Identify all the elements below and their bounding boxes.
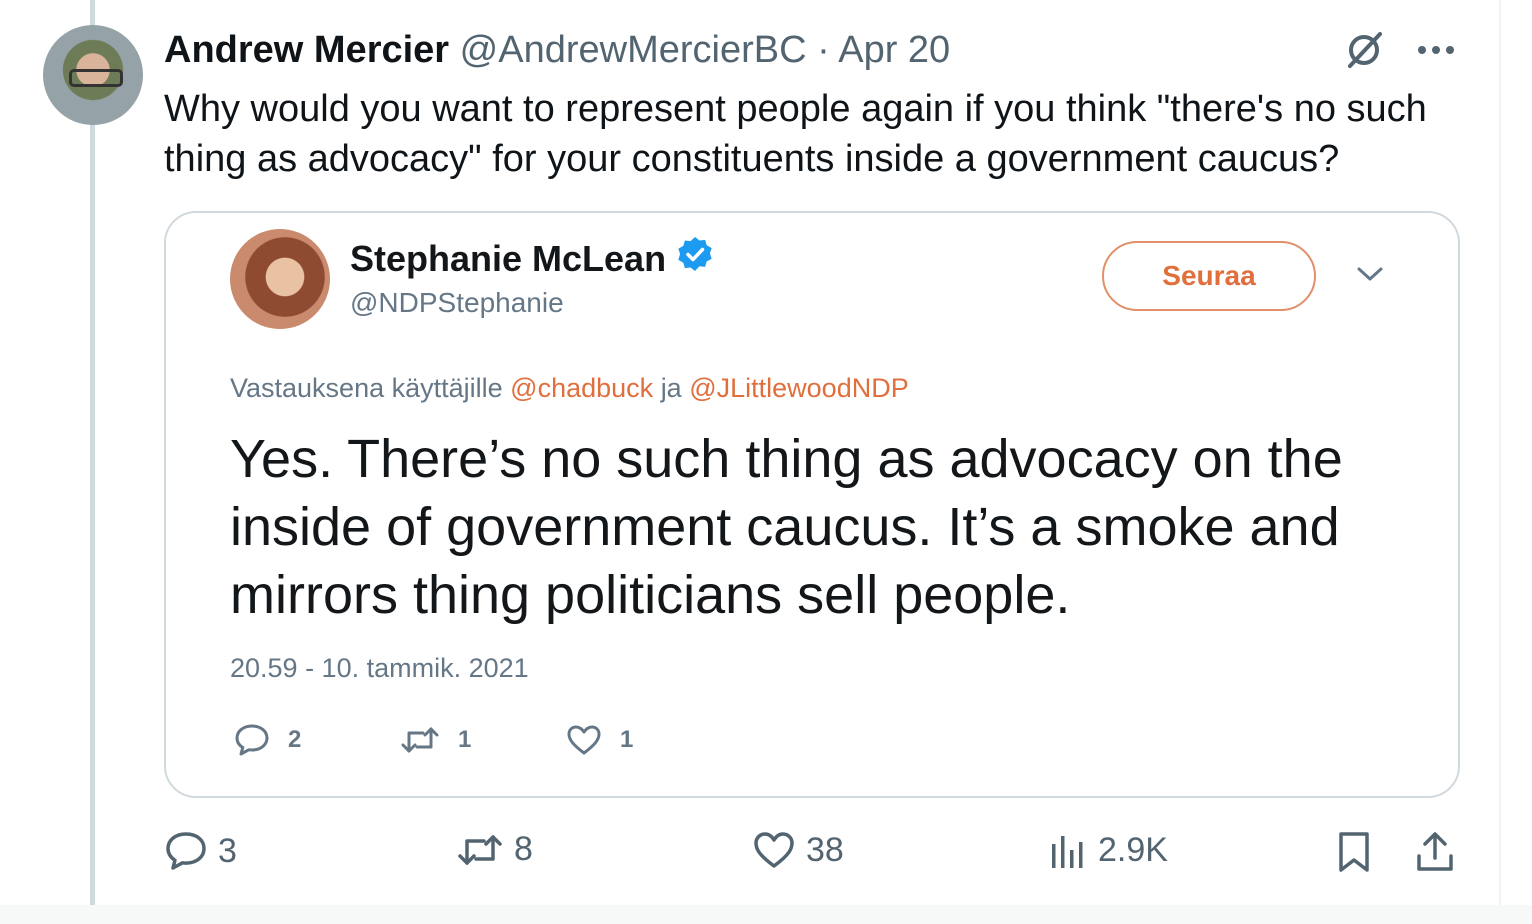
bookmark-icon — [1336, 830, 1372, 874]
quoted-author-name[interactable]: Stephanie McLean — [350, 238, 666, 280]
retweet-icon — [456, 832, 504, 868]
follow-button[interactable]: Seuraa — [1102, 241, 1316, 311]
reply-join: ja — [660, 373, 682, 403]
reply-icon — [164, 830, 208, 872]
quoted-author-avatar[interactable] — [230, 229, 330, 329]
author-name[interactable]: Andrew Mercier — [164, 29, 449, 71]
tweet-header: Andrew Mercier @AndrewMercierBC · Apr 20 — [164, 28, 950, 72]
share-icon — [1414, 830, 1456, 874]
mention-link[interactable]: @JLittlewoodNDP — [689, 373, 909, 403]
author-avatar[interactable] — [43, 25, 143, 125]
retweet-icon — [400, 725, 440, 755]
quoted-like-stat[interactable]: 1 — [566, 724, 732, 756]
quoted-tweet-text: Yes. There’s no such thing as advocacy o… — [230, 429, 1343, 625]
author-handle[interactable]: @AndrewMercierBC — [460, 29, 807, 71]
reply-count: 3 — [218, 831, 237, 870]
tweet-date[interactable]: Apr 20 — [838, 29, 950, 71]
thread-line — [90, 0, 95, 924]
reply-button[interactable]: 3 — [164, 830, 237, 872]
like-count: 38 — [806, 830, 844, 869]
repost-count: 8 — [514, 830, 533, 868]
column-divider — [1499, 0, 1501, 905]
quoted-retweet-count: 1 — [458, 726, 472, 753]
like-icon — [566, 724, 602, 756]
next-item-edge — [0, 905, 1532, 924]
mention-link[interactable]: @chadbuck — [510, 373, 653, 403]
quoted-author-name-row: Stephanie McLean — [350, 235, 714, 282]
reply-icon — [234, 723, 270, 757]
tweet-text: Why would you want to represent people a… — [164, 88, 1427, 180]
quoted-author-handle[interactable]: @NDPStephanie — [350, 287, 564, 319]
reply-prefix: Vastauksena käyttäjille — [230, 373, 503, 403]
tweet-action-bar: 3 8 38 2.9K — [164, 830, 1456, 876]
quoted-reply-count: 2 — [288, 726, 302, 753]
share-button[interactable] — [1414, 830, 1456, 874]
header-actions — [1342, 28, 1456, 72]
chevron-down-icon[interactable] — [1356, 265, 1384, 288]
views-count: 2.9K — [1098, 830, 1168, 869]
quoted-stats: 2 1 1 — [234, 723, 732, 757]
quoted-reply-stat[interactable]: 2 — [234, 723, 400, 757]
grok-icon[interactable] — [1342, 28, 1386, 72]
reply-context: Vastauksena käyttäjille @chadbuck ja @JL… — [230, 373, 909, 404]
quoted-timestamp[interactable]: 20.59 - 10. tammik. 2021 — [230, 653, 529, 684]
more-icon[interactable] — [1416, 44, 1456, 56]
verified-badge-icon — [676, 235, 714, 282]
quoted-retweet-stat[interactable]: 1 — [400, 725, 566, 755]
views-icon — [1048, 830, 1088, 870]
views-button[interactable]: 2.9K — [1048, 830, 1168, 870]
like-button[interactable]: 38 — [752, 830, 844, 870]
quoted-like-count: 1 — [620, 726, 634, 753]
like-icon — [752, 830, 796, 870]
separator-dot: · — [817, 29, 830, 71]
bookmark-button[interactable] — [1336, 830, 1372, 874]
quoted-tweet-card[interactable]: Stephanie McLean @NDPStephanie Seuraa Va… — [164, 211, 1460, 798]
repost-button[interactable]: 8 — [456, 830, 533, 869]
